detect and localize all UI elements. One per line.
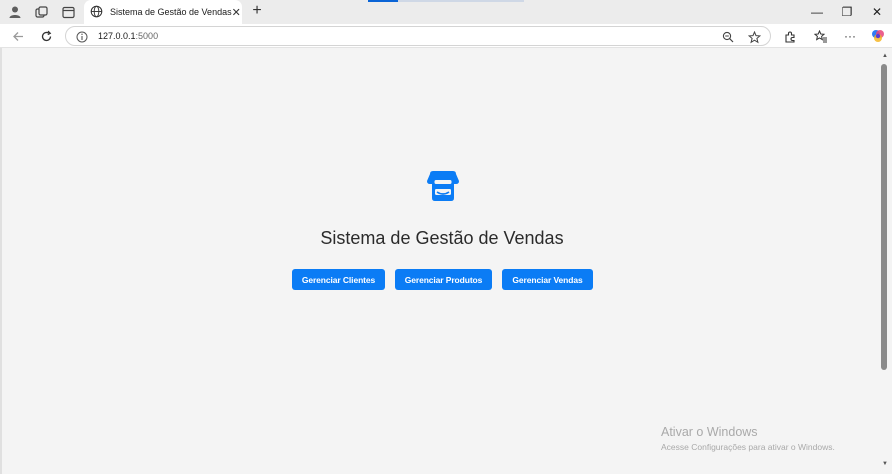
favorite-star-icon[interactable] — [746, 29, 762, 45]
site-info-icon[interactable] — [76, 30, 88, 43]
windows-activation-title: Ativar o Windows — [661, 425, 758, 439]
url-text[interactable]: 127.0.0.1:5000 — [98, 31, 158, 41]
copilot-icon[interactable] — [869, 27, 887, 45]
back-icon[interactable] — [9, 27, 27, 45]
more-options-icon[interactable]: ··· — [841, 27, 859, 45]
scroll-down-arrow-icon[interactable]: ▼ — [881, 460, 889, 468]
close-window-button[interactable]: ✕ — [862, 2, 892, 22]
tab-actions-icon[interactable] — [59, 3, 77, 21]
loading-indicator — [368, 0, 398, 2]
address-bar[interactable]: 127.0.0.1:5000 — [65, 26, 771, 46]
url-host: 127.0.0.1 — [98, 31, 136, 41]
scroll-thumb[interactable] — [881, 64, 887, 370]
manage-products-button[interactable]: Gerenciar Produtos — [395, 269, 492, 290]
restore-button[interactable]: ❐ — [832, 2, 862, 22]
tab-close-icon[interactable]: ✕ — [232, 5, 241, 19]
toolbar: 127.0.0.1:5000 ··· — [0, 24, 892, 48]
manage-clients-button[interactable]: Gerenciar Clientes — [292, 269, 385, 290]
page-viewport: Sistema de Gestão de Vendas Gerenciar Cl… — [0, 48, 880, 474]
minimize-button[interactable]: — — [802, 2, 832, 22]
favorites-icon[interactable] — [812, 27, 830, 45]
refresh-icon[interactable] — [37, 27, 55, 45]
tab-strip: Sistema de Gestão de Vendas ✕ + — ❐ ✕ — [0, 0, 892, 24]
loading-track — [398, 0, 524, 2]
zoom-icon[interactable] — [720, 29, 736, 45]
profile-icon[interactable] — [6, 3, 24, 21]
new-tab-button[interactable]: + — [248, 3, 266, 21]
workspaces-icon[interactable] — [32, 3, 50, 21]
manage-sales-button[interactable]: Gerenciar Vendas — [502, 269, 593, 290]
tab-title: Sistema de Gestão de Vendas — [110, 7, 232, 17]
scroll-up-arrow-icon[interactable]: ▲ — [881, 52, 889, 60]
url-port: :5000 — [135, 31, 159, 41]
globe-icon — [90, 5, 103, 19]
page-title: Sistema de Gestão de Vendas — [320, 228, 564, 248]
windows-activation-subtitle: Acesse Configurações para ativar o Windo… — [661, 442, 835, 452]
active-tab[interactable]: Sistema de Gestão de Vendas ✕ — [84, 0, 242, 24]
extensions-icon[interactable] — [781, 27, 799, 45]
store-icon — [425, 170, 461, 204]
